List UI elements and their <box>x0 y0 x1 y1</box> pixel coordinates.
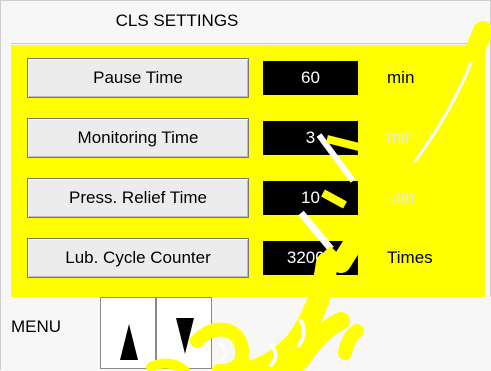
arrow-up-icon <box>120 324 138 360</box>
monitoring-time-value[interactable]: 3 <box>263 121 358 155</box>
press-relief-time-value[interactable]: 10 <box>263 181 358 215</box>
settings-panel: Pause Time 60 min Monitoring Time 3 min … <box>11 45 485 297</box>
scroll-down-button[interactable] <box>156 297 212 369</box>
title-divider <box>11 43 481 44</box>
pause-time-unit: min <box>387 68 415 87</box>
lub-cycle-counter-unit: Times <box>387 248 433 267</box>
press-relief-time-button[interactable]: Press. Relief Time <box>27 178 249 218</box>
page-title: CLS SETTINGS <box>115 11 239 30</box>
scroll-up-button[interactable] <box>100 297 156 369</box>
menu-button[interactable]: MENU <box>11 317 61 337</box>
menu-bar <box>1 297 491 371</box>
arrow-down-icon <box>176 318 194 354</box>
lub-cycle-counter-button[interactable]: Lub. Cycle Counter <box>27 238 249 278</box>
monitoring-time-button[interactable]: Monitoring Time <box>27 118 249 158</box>
monitoring-time-unit: min <box>387 128 415 147</box>
pause-time-value[interactable]: 60 <box>263 61 358 95</box>
cls-settings-screen: CLS SETTINGS Pause Time 60 min Monitorin… <box>0 0 491 371</box>
press-relief-time-unit: min <box>387 188 415 207</box>
pause-time-button[interactable]: Pause Time <box>27 58 249 98</box>
lub-cycle-counter-value[interactable]: 32000 <box>263 241 358 275</box>
